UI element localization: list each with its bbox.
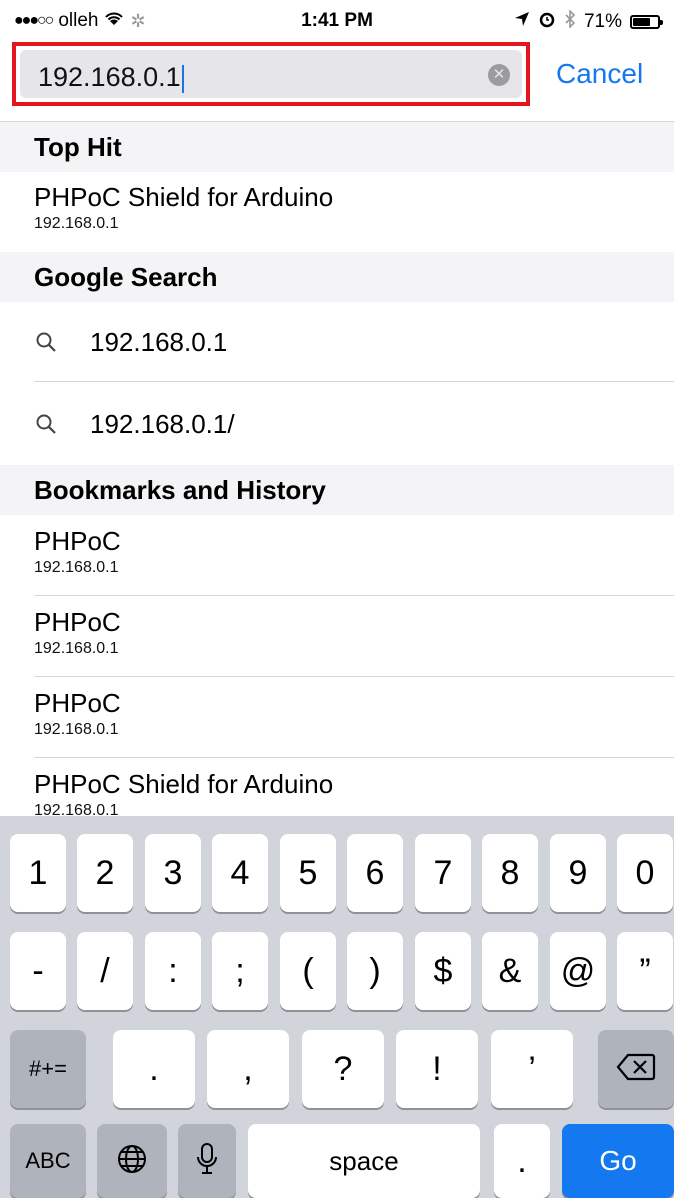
- numeric-keyboard: 1 2 3 4 5 6 7 8 9 0 - / : ; ( ) $ & @ ” …: [0, 816, 674, 1198]
- bluetooth-icon: [564, 9, 576, 34]
- text-caret: [181, 64, 184, 93]
- key-4[interactable]: 4: [212, 834, 268, 912]
- clear-icon[interactable]: ✕: [488, 64, 510, 86]
- section-header-google-search: Google Search: [0, 252, 674, 302]
- bookmark-url: 192.168.0.1: [34, 640, 119, 657]
- key-1[interactable]: 1: [10, 834, 66, 912]
- alarm-icon: [538, 10, 556, 34]
- bookmark-title: PHPoC: [34, 526, 121, 556]
- key-quote[interactable]: ”: [617, 932, 673, 1010]
- key-question[interactable]: ?: [302, 1030, 384, 1108]
- location-icon: [514, 11, 530, 33]
- bookmark-title: PHPoC: [34, 607, 121, 637]
- search-input[interactable]: 192.168.0.1: [38, 62, 181, 92]
- go-button[interactable]: Go: [562, 1124, 674, 1198]
- key-0[interactable]: 0: [617, 834, 673, 912]
- divider: [34, 381, 674, 382]
- key-9[interactable]: 9: [550, 834, 606, 912]
- dictation-key[interactable]: [178, 1124, 236, 1198]
- backspace-icon: [616, 1053, 656, 1086]
- globe-key[interactable]: [97, 1124, 167, 1198]
- key-5[interactable]: 5: [280, 834, 336, 912]
- google-suggestion-text: 192.168.0.1: [90, 326, 228, 357]
- space-key[interactable]: space: [248, 1124, 480, 1198]
- key-hyphen[interactable]: -: [10, 932, 66, 1010]
- battery-percent: 71%: [583, 11, 622, 32]
- google-suggestion[interactable]: 192.168.0.1/: [34, 384, 674, 464]
- top-hit-title: PHPoC Shield for Arduino: [34, 182, 334, 212]
- search-icon: [34, 412, 90, 436]
- key-apostrophe[interactable]: ’: [491, 1030, 573, 1108]
- key-semicolon[interactable]: ;: [212, 932, 268, 1010]
- cancel-button[interactable]: Cancel: [556, 58, 643, 90]
- key-2[interactable]: 2: [77, 834, 133, 912]
- bookmark-item[interactable]: PHPoC 192.168.0.1: [34, 526, 674, 577]
- search-highlight: 192.168.0.1 ✕: [12, 42, 530, 106]
- symbols-key[interactable]: #+=: [10, 1030, 86, 1108]
- google-suggestion-text: 192.168.0.1/: [90, 408, 235, 439]
- key-3[interactable]: 3: [145, 834, 201, 912]
- key-slash[interactable]: /: [77, 932, 133, 1010]
- microphone-icon: [195, 1142, 219, 1181]
- section-header-bookmarks-history: Bookmarks and History: [0, 465, 674, 515]
- period-key[interactable]: .: [494, 1124, 550, 1198]
- key-dollar[interactable]: $: [415, 932, 471, 1010]
- key-7[interactable]: 7: [415, 834, 471, 912]
- backspace-key[interactable]: [598, 1030, 674, 1108]
- bookmark-item[interactable]: PHPoC Shield for Arduino 192.168.0.1: [34, 769, 674, 820]
- bookmark-title: PHPoC Shield for Arduino: [34, 769, 334, 799]
- top-hit-item[interactable]: PHPoC Shield for Arduino 192.168.0.1: [34, 182, 674, 233]
- key-period[interactable]: .: [113, 1030, 195, 1108]
- globe-icon: [116, 1143, 148, 1180]
- key-ampersand[interactable]: &: [482, 932, 538, 1010]
- url-search-field[interactable]: 192.168.0.1 ✕: [20, 50, 522, 98]
- abc-key[interactable]: ABC: [10, 1124, 86, 1198]
- divider: [34, 676, 674, 677]
- bookmark-item[interactable]: PHPoC 192.168.0.1: [34, 607, 674, 658]
- key-exclamation[interactable]: !: [396, 1030, 478, 1108]
- status-bar: ●●●○○ olleh ✲ 1:41 PM 71%: [0, 0, 674, 44]
- bookmark-url: 192.168.0.1: [34, 559, 119, 576]
- key-open-paren[interactable]: (: [280, 932, 336, 1010]
- google-suggestion[interactable]: 192.168.0.1: [34, 302, 674, 382]
- key-6[interactable]: 6: [347, 834, 403, 912]
- key-close-paren[interactable]: ): [347, 932, 403, 1010]
- divider: [34, 757, 674, 758]
- search-icon: [34, 330, 90, 354]
- top-hit-url: 192.168.0.1: [34, 215, 119, 232]
- battery-icon: [630, 15, 663, 29]
- bookmark-title: PHPoC: [34, 688, 121, 718]
- divider: [34, 595, 674, 596]
- key-at[interactable]: @: [550, 932, 606, 1010]
- key-8[interactable]: 8: [482, 834, 538, 912]
- bookmark-item[interactable]: PHPoC 192.168.0.1: [34, 688, 674, 739]
- key-colon[interactable]: :: [145, 932, 201, 1010]
- bookmark-url: 192.168.0.1: [34, 721, 119, 738]
- section-header-top-hit: Top Hit: [0, 122, 674, 172]
- key-comma[interactable]: ,: [207, 1030, 289, 1108]
